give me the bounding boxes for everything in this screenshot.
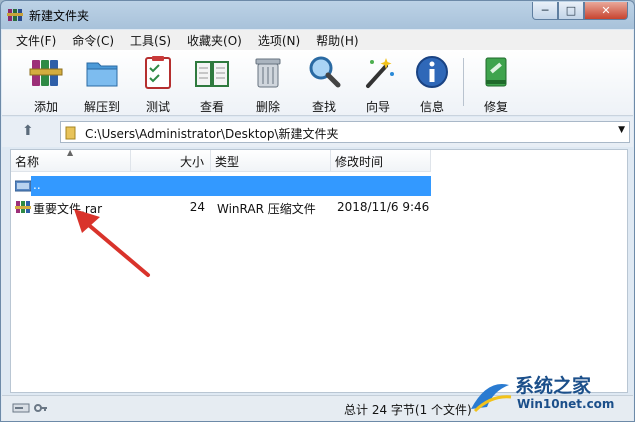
column-modified-label: 修改时间 [335, 155, 384, 169]
extract-to-label: 解压到 [83, 100, 120, 114]
menu-help[interactable]: 帮助(H) [308, 32, 366, 49]
add-label: 添加 [33, 100, 58, 114]
close-button[interactable]: ✕ [584, 2, 628, 20]
watermark-title: 系统之家 [515, 375, 592, 397]
folder-extract-icon [86, 62, 118, 87]
drive-icon[interactable] [12, 402, 30, 414]
dropdown-arrow-icon[interactable]: ▼ [618, 125, 625, 135]
table-row[interactable]: .. [11, 176, 431, 196]
minimize-button[interactable]: ─ [532, 2, 558, 20]
repair-label: 修复 [483, 100, 508, 114]
find-button[interactable]: 查找 [296, 54, 352, 115]
view-button[interactable]: 查看 [184, 54, 240, 115]
row-modified: 2018/11/6 9:46 [337, 200, 430, 214]
watermark: 系统之家 Win10net.com [467, 369, 635, 421]
row-name: .. [33, 178, 41, 192]
folder-icon [65, 126, 76, 140]
books-stack-icon [29, 60, 63, 86]
path-text: C:\Users\Administrator\Desktop\新建文件夹 [85, 127, 339, 141]
test-label: 测试 [145, 100, 170, 114]
open-book-icon [195, 61, 229, 87]
add-button[interactable]: 添加 [18, 54, 74, 115]
toolbar: 添加 解压到 测试 查看 删除 查找 向导 信息 修复 [2, 50, 633, 116]
toolbar-separator [463, 58, 464, 106]
annotation-arrow [74, 209, 150, 277]
menu-file[interactable]: 文件(F) [8, 32, 64, 49]
info-icon [416, 56, 448, 88]
watermark-site: Win10net.com [517, 397, 615, 411]
info-button[interactable]: 信息 [404, 54, 460, 115]
wizard-label: 向导 [365, 100, 390, 114]
column-name-label: 名称 [15, 155, 40, 169]
magnifier-icon [309, 56, 341, 88]
status-text: 总计 24 字节(1 个文件) [344, 403, 472, 417]
window-controls: ─ □ ✕ [532, 2, 628, 20]
checklist-clipboard-icon [145, 56, 171, 89]
title-bar[interactable]: 新建文件夹 ─ □ ✕ [1, 1, 634, 29]
info-label: 信息 [419, 100, 444, 114]
winrar-app-icon [7, 9, 23, 21]
window-title: 新建文件夹 [29, 9, 90, 23]
delete-label: 删除 [255, 100, 280, 114]
menu-command[interactable]: 命令(C) [64, 32, 122, 49]
column-header-size[interactable]: 大小 [131, 150, 211, 172]
column-type-label: 类型 [215, 155, 240, 169]
row-type: WinRAR 压缩文件 [217, 202, 316, 216]
wizard-button[interactable]: 向导 [350, 54, 406, 115]
menu-tools[interactable]: 工具(S) [122, 32, 179, 49]
delete-button[interactable]: 删除 [240, 54, 296, 115]
column-header-name[interactable]: 名称 ▲ [11, 148, 131, 172]
up-arrow-icon[interactable]: ⬆ [22, 123, 34, 139]
menu-favorites[interactable]: 收藏夹(O) [179, 32, 250, 49]
rar-archive-icon [15, 201, 31, 213]
repair-kit-icon [485, 57, 507, 87]
column-header-type[interactable]: 类型 [211, 150, 331, 172]
status-icons [12, 402, 48, 414]
address-bar: ⬆ C:\Users\Administrator\Desktop\新建文件夹 ▼ [2, 117, 633, 147]
parent-folder-icon [15, 180, 31, 192]
trash-can-icon [255, 58, 281, 88]
column-header-modified[interactable]: 修改时间 [331, 150, 431, 172]
view-label: 查看 [199, 100, 224, 114]
sort-ascending-icon: ▲ [67, 148, 74, 157]
menu-bar: 文件(F) 命令(C) 工具(S) 收藏夹(O) 选项(N) 帮助(H) [2, 30, 633, 50]
path-field[interactable]: C:\Users\Administrator\Desktop\新建文件夹 ▼ [60, 121, 630, 143]
selection-highlight [31, 176, 431, 196]
extract-to-button[interactable]: 解压到 [74, 54, 130, 115]
menu-options[interactable]: 选项(N) [250, 32, 308, 49]
key-icon[interactable] [34, 402, 48, 414]
test-button[interactable]: 测试 [130, 54, 186, 115]
maximize-button[interactable]: □ [558, 2, 584, 20]
watermark-logo-icon [471, 384, 512, 413]
find-label: 查找 [311, 100, 336, 114]
winrar-window: 新建文件夹 ─ □ ✕ 文件(F) 命令(C) 工具(S) 收藏夹(O) 选项(… [0, 0, 635, 422]
repair-button[interactable]: 修复 [468, 54, 524, 115]
magic-wand-icon [366, 58, 394, 88]
column-size-label: 大小 [179, 155, 204, 169]
